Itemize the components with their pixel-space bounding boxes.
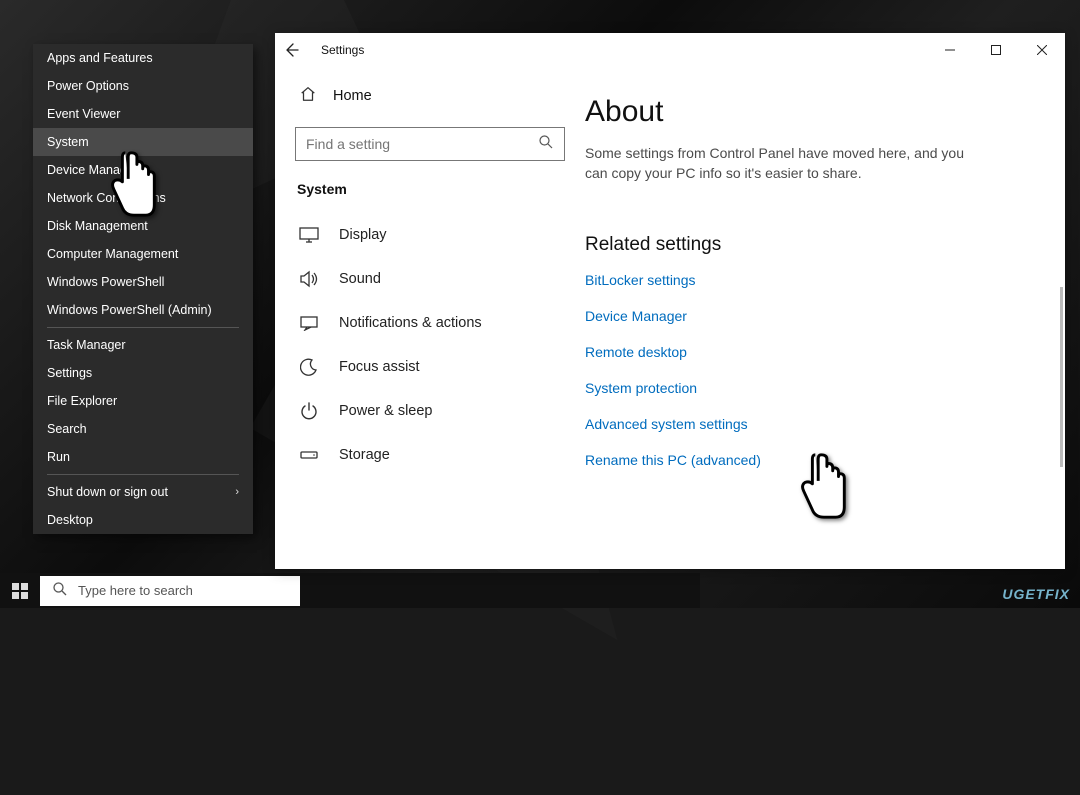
related-link[interactable]: Rename this PC (advanced) bbox=[585, 452, 1047, 468]
search-icon bbox=[52, 581, 68, 600]
related-link[interactable]: Advanced system settings bbox=[585, 416, 1047, 432]
winx-item[interactable]: Desktop bbox=[33, 506, 253, 534]
winx-item[interactable]: Apps and Features bbox=[33, 44, 253, 72]
winx-item-label: Task Manager bbox=[47, 338, 126, 352]
storage-icon bbox=[299, 445, 319, 465]
window-title: Settings bbox=[321, 43, 364, 57]
taskbar-search[interactable]: Type here to search bbox=[40, 576, 300, 606]
winx-item[interactable]: Windows PowerShell bbox=[33, 268, 253, 296]
winx-item[interactable]: Power Options bbox=[33, 72, 253, 100]
winx-item-label: Desktop bbox=[47, 513, 93, 527]
home-label: Home bbox=[333, 88, 372, 104]
winx-item[interactable]: Settings bbox=[33, 359, 253, 387]
focus-icon bbox=[299, 357, 319, 377]
page-heading: About bbox=[585, 95, 1047, 129]
winx-item-label: Run bbox=[47, 450, 70, 464]
settings-window: Settings Home System DisplaySoundN bbox=[275, 33, 1065, 569]
winx-item[interactable]: Network Connections bbox=[33, 184, 253, 212]
winx-item-label: System bbox=[47, 135, 89, 149]
winx-item-label: Event Viewer bbox=[47, 107, 120, 121]
winx-item-label: Apps and Features bbox=[47, 51, 153, 65]
search-icon bbox=[538, 134, 554, 155]
page-description: Some settings from Control Panel have mo… bbox=[585, 143, 975, 184]
taskbar: Type here to search bbox=[0, 573, 700, 608]
section-title: System bbox=[297, 181, 563, 197]
winx-item[interactable]: Windows PowerShell (Admin) bbox=[33, 296, 253, 324]
power-icon bbox=[299, 401, 319, 421]
settings-page: About Some settings from Control Panel h… bbox=[585, 67, 1065, 569]
chevron-right-icon: › bbox=[235, 486, 239, 498]
nav-item-sound[interactable]: Sound bbox=[295, 257, 565, 301]
related-link[interactable]: System protection bbox=[585, 380, 1047, 396]
nav-item-display[interactable]: Display bbox=[295, 213, 565, 257]
home-nav-item[interactable]: Home bbox=[295, 79, 565, 113]
winx-menu: Apps and Features Power Options Event View… bbox=[33, 44, 253, 534]
scrollbar[interactable] bbox=[1060, 287, 1063, 467]
winx-item[interactable]: System bbox=[33, 128, 253, 156]
minimize-button[interactable] bbox=[927, 34, 973, 66]
nav-item-focus[interactable]: Focus assist bbox=[295, 345, 565, 389]
home-icon bbox=[299, 85, 317, 107]
winx-item-label: Windows PowerShell (Admin) bbox=[47, 303, 212, 317]
nav-item-label: Power & sleep bbox=[339, 403, 433, 419]
nav-item-storage[interactable]: Storage bbox=[295, 433, 565, 477]
winx-item[interactable]: Shut down or sign out › bbox=[33, 478, 253, 506]
winx-item[interactable]: Computer Management bbox=[33, 240, 253, 268]
winx-item-label: Disk Management bbox=[47, 219, 148, 233]
settings-nav: Home System Display Sound Notifications & … bbox=[275, 67, 585, 569]
search-input[interactable] bbox=[306, 136, 504, 152]
winx-item[interactable]: Task Manager bbox=[33, 331, 253, 359]
nav-item-label: Notifications & actions bbox=[339, 315, 482, 331]
search-field[interactable] bbox=[295, 127, 565, 161]
watermark: UGETFIX bbox=[1002, 586, 1070, 602]
nav-item-label: Storage bbox=[339, 447, 390, 463]
taskbar-search-label: Type here to search bbox=[78, 583, 193, 598]
notifications-icon bbox=[299, 313, 319, 333]
titlebar: Settings bbox=[275, 33, 1065, 67]
nav-item-label: Sound bbox=[339, 271, 381, 287]
winx-item[interactable]: Disk Management bbox=[33, 212, 253, 240]
related-link[interactable]: Device Manager bbox=[585, 308, 1047, 324]
winx-item[interactable]: Device Manager bbox=[33, 156, 253, 184]
winx-item-label: Windows PowerShell bbox=[47, 275, 164, 289]
winx-item-label: Computer Management bbox=[47, 247, 178, 261]
nav-item-label: Focus assist bbox=[339, 359, 420, 375]
related-link[interactable]: BitLocker settings bbox=[585, 272, 1047, 288]
winx-item-label: Device Manager bbox=[47, 163, 138, 177]
maximize-button[interactable] bbox=[973, 34, 1019, 66]
sound-icon bbox=[299, 269, 319, 289]
winx-item[interactable]: Event Viewer bbox=[33, 100, 253, 128]
winx-item-label: Shut down or sign out bbox=[47, 485, 168, 499]
nav-item-power[interactable]: Power & sleep bbox=[295, 389, 565, 433]
winx-item-label: Settings bbox=[47, 366, 92, 380]
winx-item[interactable]: File Explorer bbox=[33, 387, 253, 415]
winx-item[interactable]: Run bbox=[33, 443, 253, 471]
related-link[interactable]: Remote desktop bbox=[585, 344, 1047, 360]
back-button[interactable] bbox=[281, 40, 301, 60]
winx-item[interactable]: Search bbox=[33, 415, 253, 443]
start-button[interactable] bbox=[0, 573, 40, 608]
close-button[interactable] bbox=[1019, 34, 1065, 66]
related-heading: Related settings bbox=[585, 234, 1047, 256]
nav-item-label: Display bbox=[339, 227, 387, 243]
winx-item-label: Power Options bbox=[47, 79, 129, 93]
winx-item-label: Search bbox=[47, 422, 87, 436]
nav-item-notifications[interactable]: Notifications & actions bbox=[295, 301, 565, 345]
winx-item-label: File Explorer bbox=[47, 394, 117, 408]
display-icon bbox=[299, 225, 319, 245]
winx-item-label: Network Connections bbox=[47, 191, 166, 205]
